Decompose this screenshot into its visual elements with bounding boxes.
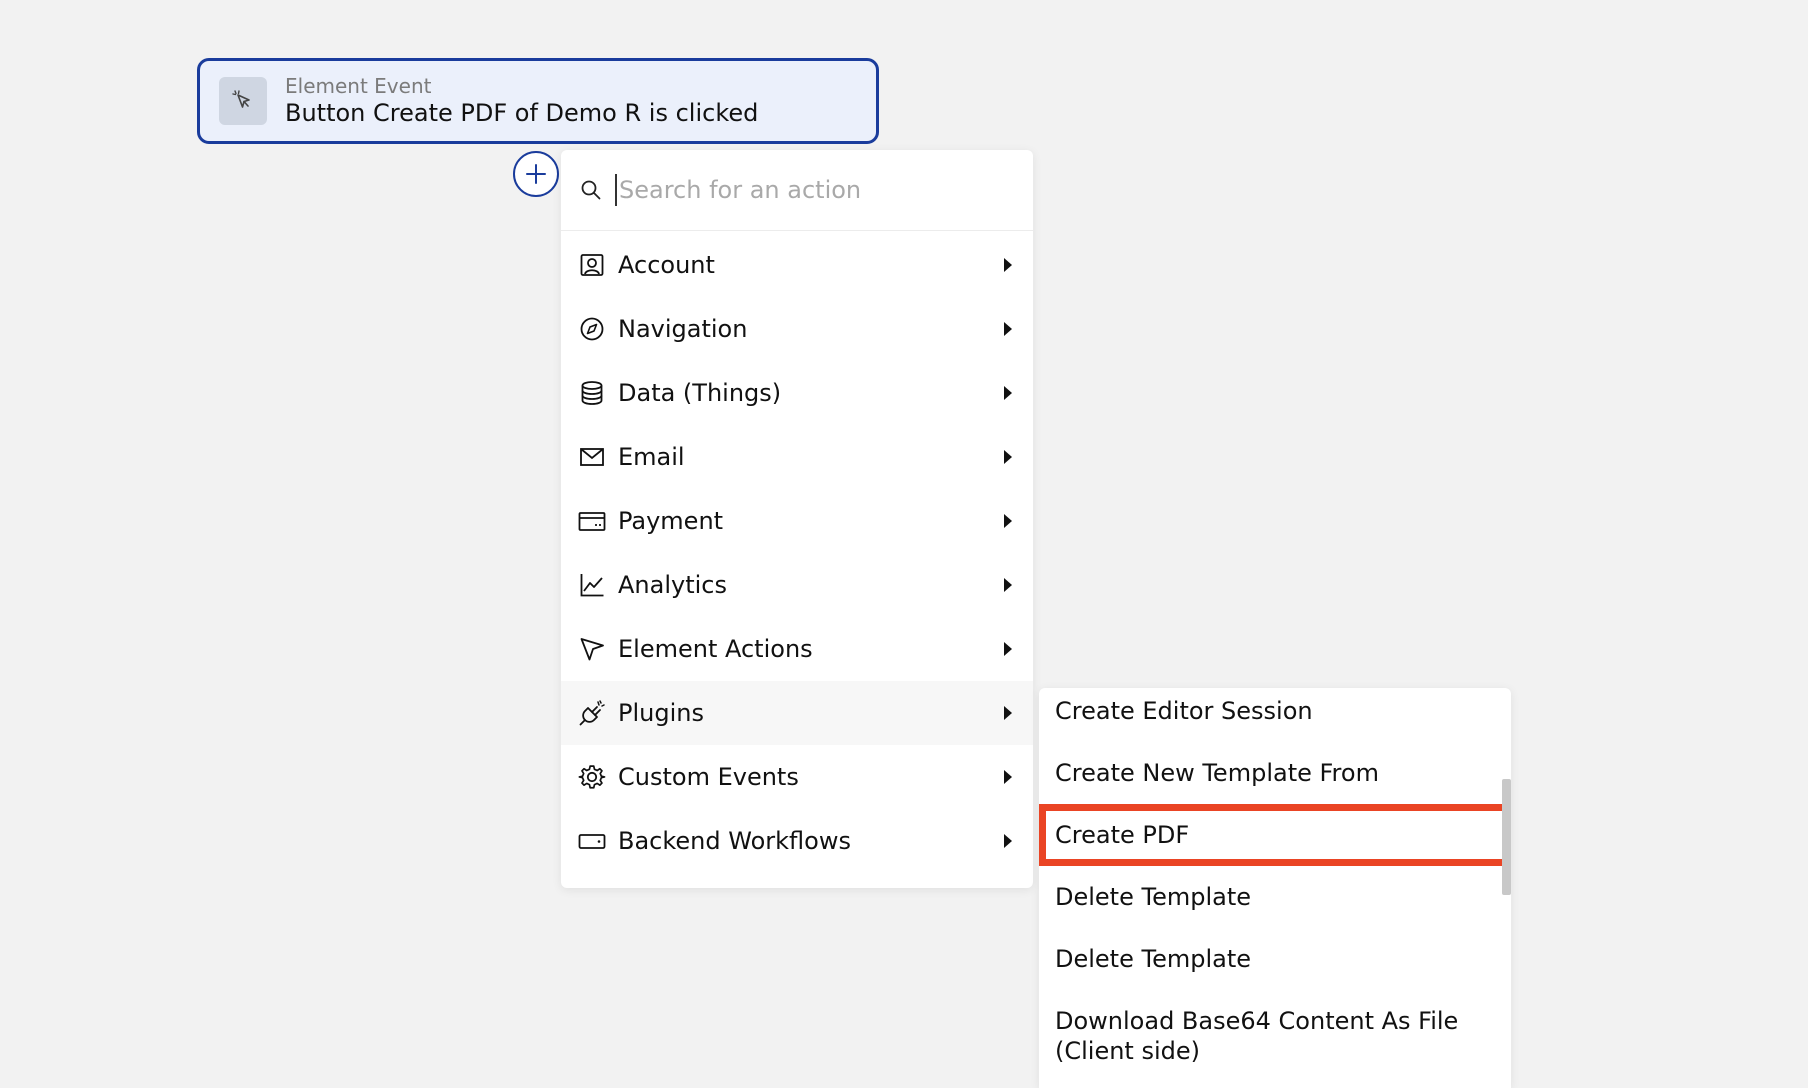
caret-right-icon <box>1004 706 1012 720</box>
submenu-item-download-base64[interactable]: Download Base64 Content As File (Client … <box>1039 1006 1459 1066</box>
submenu-item-label: Create New Template From <box>1055 759 1379 787</box>
menu-item-navigation[interactable]: Navigation <box>561 297 1033 361</box>
caret-right-icon <box>1004 386 1012 400</box>
menu-item-label: Backend Workflows <box>618 827 851 855</box>
search-input[interactable] <box>615 174 1011 206</box>
account-icon <box>578 251 606 279</box>
event-title: Button Create PDF of Demo R is clicked <box>285 99 759 127</box>
caret-right-icon <box>1004 322 1012 336</box>
credit-card-icon <box>578 507 606 535</box>
submenu-item-label: Create PDF <box>1055 821 1190 849</box>
submenu-item-label: Delete Template <box>1055 945 1251 973</box>
caret-right-icon <box>1004 514 1012 528</box>
submenu-scrollbar[interactable] <box>1502 779 1511 895</box>
menu-item-label: Data (Things) <box>618 379 782 407</box>
caret-right-icon <box>1004 258 1012 272</box>
cursor-click-icon <box>219 77 267 125</box>
database-icon <box>578 379 606 407</box>
menu-item-label: Payment <box>618 507 724 535</box>
menu-item-label: Plugins <box>618 699 704 727</box>
submenu-item-delete-template-2[interactable]: Delete Template <box>1039 944 1511 974</box>
search-icon <box>579 178 603 202</box>
menu-list: Account Navigation Data (Things) Email P… <box>561 233 1033 873</box>
menu-item-label: Custom Events <box>618 763 799 791</box>
menu-item-element-actions[interactable]: Element Actions <box>561 617 1033 681</box>
server-icon <box>578 827 606 855</box>
menu-item-label: Analytics <box>618 571 727 599</box>
menu-item-label: Account <box>618 251 715 279</box>
submenu-item-label: Delete Template <box>1055 883 1251 911</box>
event-kind-label: Element Event <box>285 74 432 98</box>
menu-item-payment[interactable]: Payment <box>561 489 1033 553</box>
menu-item-account[interactable]: Account <box>561 233 1033 297</box>
plugins-submenu: Create Editor Session Create New Templat… <box>1039 688 1511 1088</box>
menu-item-label: Email <box>618 443 685 471</box>
submenu-item-create-new-template-from[interactable]: Create New Template From <box>1039 758 1511 788</box>
submenu-item-label: Download Base64 Content As File (Client … <box>1055 1007 1459 1065</box>
menu-item-email[interactable]: Email <box>561 425 1033 489</box>
plug-icon <box>578 699 606 727</box>
compass-icon <box>578 315 606 343</box>
caret-right-icon <box>1004 834 1012 848</box>
menu-item-custom-events[interactable]: Custom Events <box>561 745 1033 809</box>
action-menu: Account Navigation Dat <box>561 150 1033 888</box>
menu-item-label: Navigation <box>618 315 748 343</box>
pointer-icon <box>578 635 606 663</box>
plus-icon <box>526 164 546 184</box>
envelope-icon <box>578 443 606 471</box>
caret-right-icon <box>1004 578 1012 592</box>
menu-item-data-things[interactable]: Data (Things) <box>561 361 1033 425</box>
caret-right-icon <box>1004 770 1012 784</box>
submenu-item-create-editor-session[interactable]: Create Editor Session <box>1039 696 1511 726</box>
menu-item-label: Element Actions <box>618 635 813 663</box>
chart-line-icon <box>578 571 606 599</box>
caret-right-icon <box>1004 642 1012 656</box>
gear-icon <box>578 763 606 791</box>
submenu-item-create-pdf[interactable]: Create PDF <box>1039 804 1511 866</box>
menu-item-plugins[interactable]: Plugins <box>561 681 1033 745</box>
submenu-item-delete-template[interactable]: Delete Template <box>1039 882 1511 912</box>
element-event-card[interactable]: Element Event Button Create PDF of Demo … <box>197 58 879 144</box>
submenu-item-label: Create Editor Session <box>1055 697 1313 725</box>
caret-right-icon <box>1004 450 1012 464</box>
menu-item-backend-workflows[interactable]: Backend Workflows <box>561 809 1033 873</box>
search-row <box>561 150 1033 231</box>
menu-item-analytics[interactable]: Analytics <box>561 553 1033 617</box>
add-action-button[interactable] <box>513 151 559 197</box>
